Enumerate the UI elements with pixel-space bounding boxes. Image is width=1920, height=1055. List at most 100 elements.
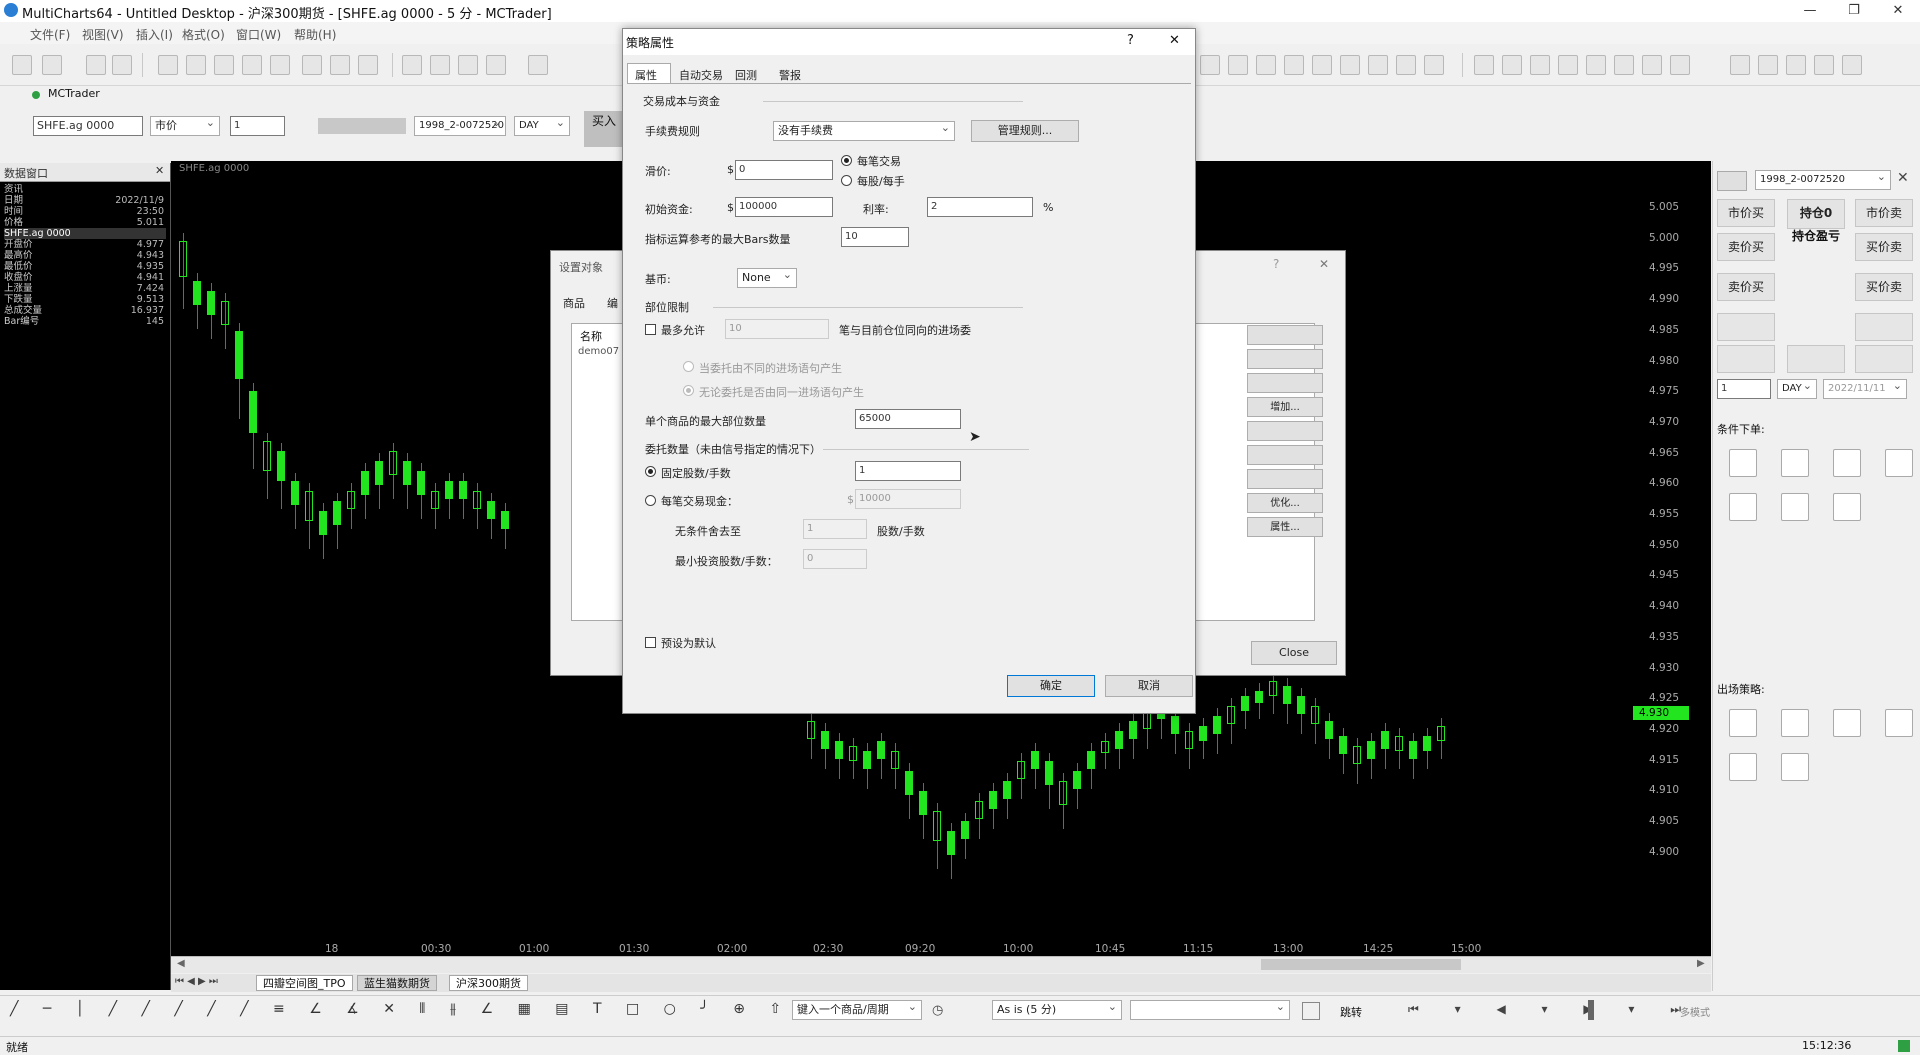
jump-label[interactable]: 跳转 [1340,1004,1362,1020]
menu-file[interactable]: 文件(F) [30,26,70,43]
tab-backtest[interactable]: 回测 [735,67,757,83]
chart-window-icon[interactable] [112,55,132,75]
diamond-icon[interactable] [1502,55,1522,75]
cancel-button[interactable]: 取消 [1105,675,1193,697]
stop-limit-icon[interactable] [1833,449,1861,477]
new-workspace-icon[interactable] [12,55,32,75]
chart-tool-icon[interactable] [1424,55,1444,75]
ok-button[interactable]: 确定 [1007,675,1095,697]
max-allow-input[interactable]: 10 [725,319,829,339]
account-select[interactable]: 1998_2-0072520 [414,114,506,136]
image-icon[interactable] [330,55,350,75]
diamond-icon[interactable] [1586,55,1606,75]
order-icon[interactable] [1781,493,1809,521]
image-icon[interactable] [302,55,322,75]
same-signal-radio[interactable] [683,385,694,396]
cursor-icon[interactable] [430,55,450,75]
exit-strategy-icon[interactable] [1833,709,1861,737]
menu-insert[interactable]: 插入(I) [136,26,173,43]
tif-select[interactable]: DAY [514,114,570,136]
minimize-button[interactable]: — [1788,0,1832,22]
clock-icon[interactable]: ◷ [932,1003,943,1018]
ask-buy-button-2[interactable]: 卖价买 [1717,273,1775,301]
panel-tif-select[interactable]: DAY [1777,377,1817,399]
bid-sell-button[interactable]: 买价卖 [1855,233,1913,261]
symbol-period-input[interactable]: 键入一个商品/周期 [792,998,922,1020]
arrow-left-icon[interactable] [1474,55,1494,75]
min-shares-input[interactable]: 0 [803,549,867,569]
base-currency-select[interactable]: None [737,266,797,288]
slippage-input[interactable]: 0 [735,160,833,180]
cash-per-trade-input[interactable]: 10000 [855,489,961,509]
round-down-input[interactable]: 1 [803,519,867,539]
playback-controls-icon[interactable]: ⏮ ▾ ◀ ▾ ▶ ▾ ⏭ [1408,1002,1697,1017]
close-icon[interactable] [1530,55,1550,75]
fixed-shares-radio[interactable] [645,466,656,477]
commission-select[interactable]: 没有手续费 [773,119,955,141]
close-icon[interactable]: ✕ [1169,33,1180,48]
menu-format[interactable]: 格式(O) [182,26,225,43]
exit-strategy-icon[interactable] [1781,753,1809,781]
save-icon[interactable] [86,55,106,75]
sheet-tab-tpo[interactable]: 四瓣空间图_TPO [256,975,353,991]
buy-button[interactable]: 买入 [584,111,624,147]
chart-tool-icon[interactable] [1312,55,1332,75]
chart-tool-icon[interactable] [1228,55,1248,75]
symbol-input[interactable]: SHFE.ag 0000 [33,116,143,136]
bid-sell-button-2[interactable]: 买价卖 [1855,273,1913,301]
trader-tab[interactable]: MCTrader [48,87,100,100]
scroll-right-icon[interactable]: ▶ [1697,958,1705,969]
cash-per-trade-radio[interactable] [645,495,656,506]
price-field[interactable] [318,118,406,134]
maximize-button[interactable]: ❐ [1832,0,1876,22]
trailing-order-icon[interactable] [1885,449,1913,477]
chart-tool-icon[interactable] [1368,55,1388,75]
status-icon[interactable] [1717,171,1747,191]
different-signal-radio[interactable] [683,361,694,372]
bar-mode-select[interactable]: As is (5 分) [992,998,1122,1020]
refresh-icon[interactable] [1814,55,1834,75]
max-shares-input[interactable]: 65000 [855,409,961,429]
drawing-tools-icons[interactable]: ╱ ─ │ ╱ ╱ ╱ ╱ ╱ ≡ ∠ ∡ ✕ ⫴ ⫵ ∠ ▦ ▤ T □ ○ … [10,1001,862,1017]
image-icon[interactable] [358,55,378,75]
max-allow-checkbox[interactable] [645,324,656,335]
help-icon[interactable]: ? [1273,257,1279,271]
chart-tool-icon[interactable] [1340,55,1360,75]
chart-scrollbar[interactable]: ◀ ▶ [171,956,1711,973]
panel-date-select[interactable]: 2022/11/11 [1823,377,1907,399]
sheet-tab-csi300[interactable]: 沪深300期货 [449,975,528,991]
fixed-shares-input[interactable]: 1 [855,461,961,481]
close-icon[interactable]: ✕ [1897,170,1909,186]
zoom-icon[interactable] [1786,55,1806,75]
slider-handle[interactable] [1588,1000,1594,1020]
manage-rules-button[interactable]: 管理规则... [971,120,1079,142]
market-buy-button[interactable]: 市价买 [1717,199,1775,227]
document-icon[interactable] [270,55,290,75]
scrollbar-thumb[interactable] [1261,959,1461,970]
per-contract-radio[interactable] [841,175,852,186]
chart-tool-icon[interactable] [1256,55,1276,75]
cursor-icon[interactable] [458,55,478,75]
optimize-button[interactable]: 优化... [1247,493,1323,513]
chat-icon[interactable] [42,55,62,75]
quantity-input[interactable]: 1 [230,116,285,136]
diamond-icon[interactable] [1642,55,1662,75]
diamond-icon[interactable] [1558,55,1578,75]
cursor-icon[interactable] [402,55,422,75]
document-icon[interactable] [214,55,234,75]
add-button[interactable]: 增加... [1247,397,1323,417]
close-window-button[interactable]: ✕ [1876,0,1920,22]
list-icon[interactable] [1842,55,1862,75]
interest-input[interactable]: 2 [927,197,1033,217]
zoom-out-icon[interactable] [1758,55,1778,75]
close-icon[interactable]: ✕ [1319,257,1329,271]
exit-strategy-icon[interactable] [1885,709,1913,737]
exit-strategy-icon[interactable] [1729,753,1757,781]
diamond-icon[interactable] [1614,55,1634,75]
tab-alerts[interactable]: 警报 [779,67,801,83]
chart-tool-icon[interactable] [1200,55,1220,75]
panel-account-select[interactable]: 1998_2-0072520 [1755,168,1891,190]
document-icon[interactable] [186,55,206,75]
close-button[interactable]: Close [1251,641,1337,665]
chart-tool-icon[interactable] [1396,55,1416,75]
